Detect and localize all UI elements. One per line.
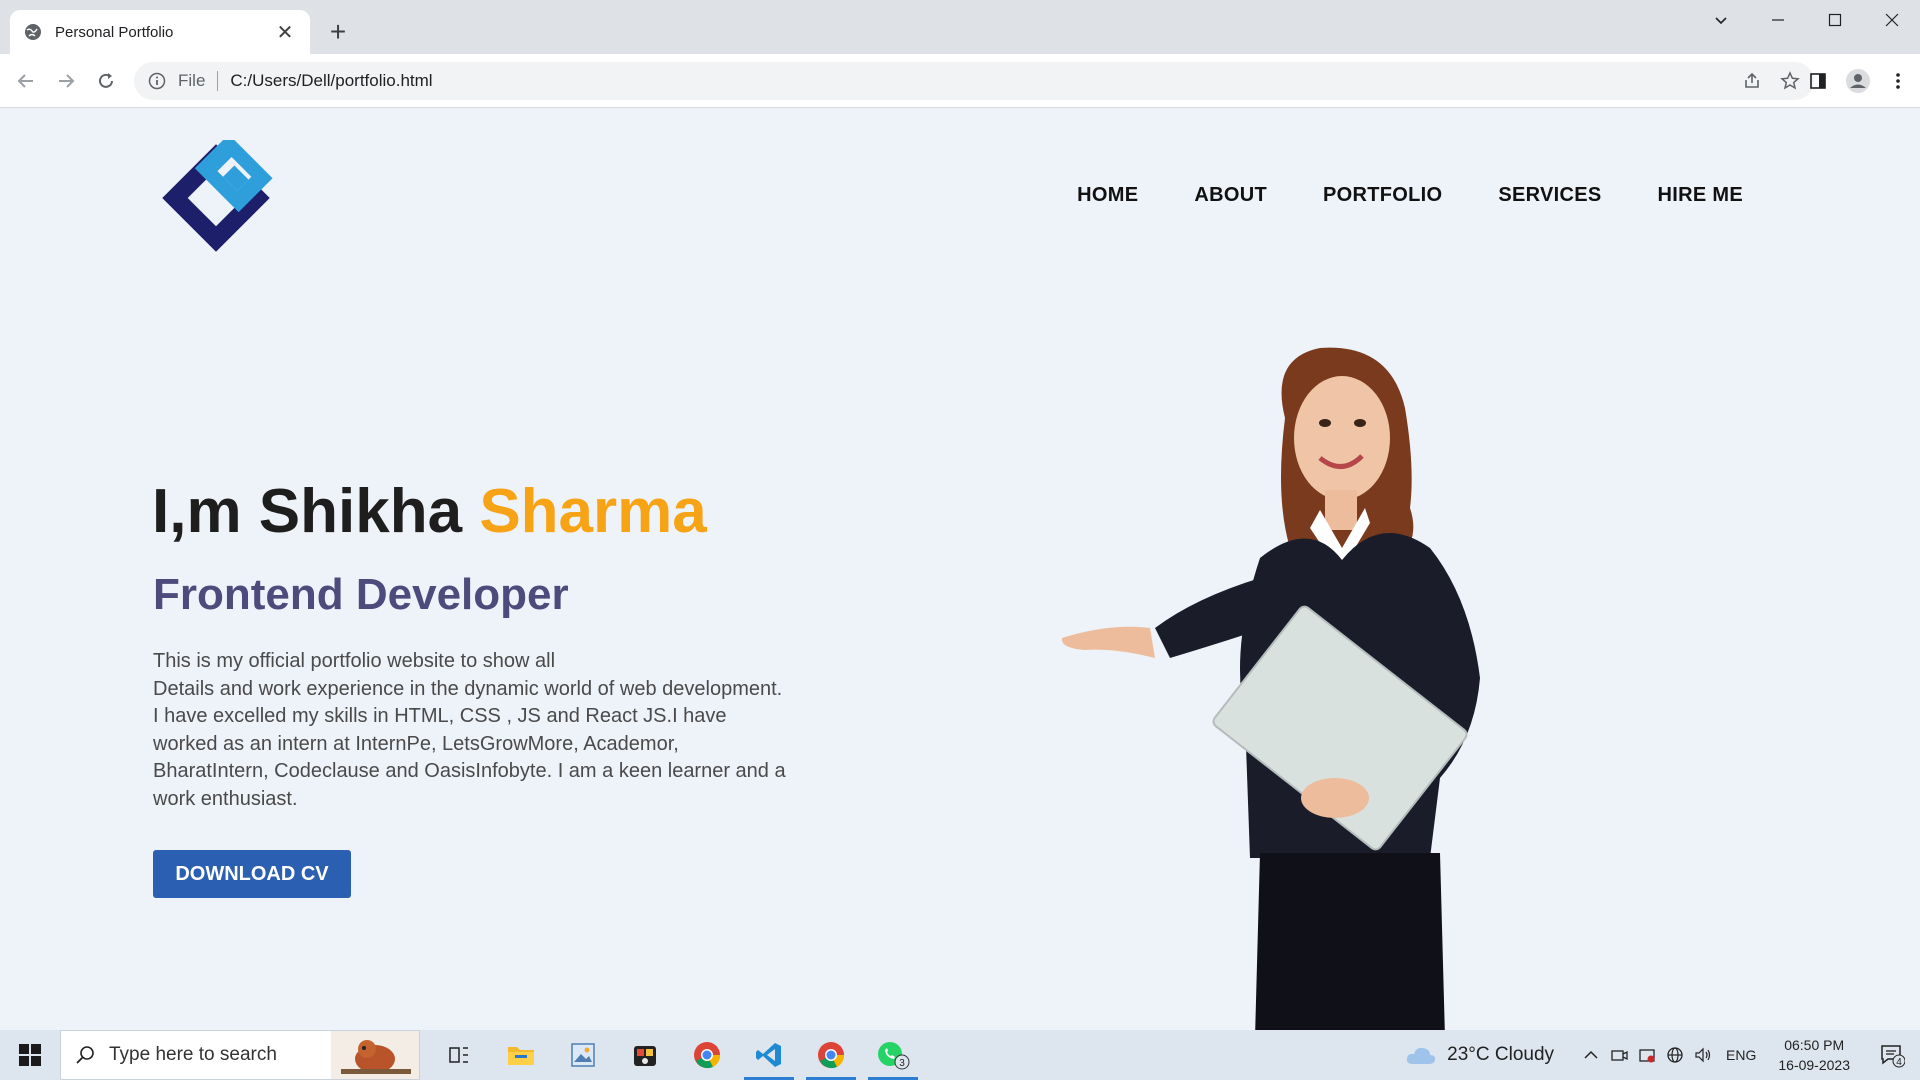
close-tab-icon[interactable]: ✕ [274, 21, 296, 44]
more-menu-icon[interactable] [1884, 67, 1912, 95]
bio-line: I have excelled my skills in HTML, CSS ,… [153, 705, 727, 727]
hero-greeting: I,m Shikha [152, 477, 480, 546]
url-scheme: File [178, 71, 206, 90]
portfolio-page: HOME ABOUT PORTFOLIO SERVICES HIRE ME I,… [0, 108, 1920, 1030]
bio-line: work enthusiast. [153, 787, 298, 810]
info-icon[interactable] [148, 72, 166, 90]
taskbar-search-box[interactable]: Type here to search [60, 1030, 420, 1080]
chrome-active-icon[interactable] [800, 1030, 862, 1080]
nav-about[interactable]: ABOUT [1194, 184, 1267, 207]
hero-bio: This is my official portfolio website to… [153, 648, 813, 813]
nav-services[interactable]: SERVICES [1498, 184, 1601, 207]
notification-count: 4 [1896, 1057, 1902, 1068]
back-arrow-icon[interactable] [12, 67, 40, 95]
media-app-icon[interactable] [614, 1030, 676, 1080]
search-placeholder: Type here to search [109, 1044, 277, 1065]
file-explorer-icon[interactable] [490, 1030, 552, 1080]
weather-widget[interactable]: 23°C Cloudy [1405, 1044, 1554, 1066]
new-tab-button[interactable]: + [322, 16, 354, 48]
url-separator [217, 71, 219, 91]
site-logo[interactable] [158, 140, 274, 256]
address-bar[interactable]: File C:/Users/Dell/portfolio.html [134, 62, 1814, 100]
whatsapp-badge: 3 [899, 1058, 905, 1069]
chevron-up-icon[interactable] [1582, 1046, 1600, 1064]
notification-center-icon[interactable]: 4 [1872, 1035, 1912, 1075]
tray-icons [1582, 1046, 1712, 1064]
side-panel-icon[interactable] [1804, 67, 1832, 95]
hero-portrait-image [1061, 347, 1480, 1030]
bookmark-star-icon[interactable] [1780, 71, 1800, 91]
close-window-icon[interactable] [1863, 0, 1920, 40]
download-cv-button[interactable]: DOWNLOAD CV [153, 850, 351, 898]
weather-text: 23°C Cloudy [1447, 1044, 1555, 1065]
taskbar-apps: 3 [428, 1030, 924, 1080]
main-nav: HOME ABOUT PORTFOLIO SERVICES HIRE ME [1077, 184, 1743, 207]
hero-role: Frontend Developer [153, 570, 569, 619]
vscode-icon[interactable] [738, 1030, 800, 1080]
nav-hire-me[interactable]: HIRE ME [1658, 184, 1743, 207]
window-controls [1692, 0, 1920, 40]
taskbar: Type here to search 3 23°C Cloudy ENG 06… [0, 1030, 1920, 1080]
whatsapp-icon[interactable]: 3 [862, 1030, 924, 1080]
hero-heading: I,m Shikha Sharma [152, 476, 707, 547]
search-icon [76, 1046, 94, 1064]
network-globe-icon[interactable] [1666, 1046, 1684, 1064]
bio-line: Details and work experience in the dynam… [153, 677, 783, 700]
maximize-icon[interactable] [1806, 0, 1863, 40]
hero-name-accent: Sharma [479, 477, 707, 546]
system-tray: 23°C Cloudy ENG 06:50 PM 16-09-2023 4 [1405, 1030, 1920, 1080]
bio-line: BharatIntern, Codeclause and OasisInfoby… [153, 760, 786, 782]
tab-personal-portfolio[interactable]: Personal Portfolio ✕ [10, 10, 310, 54]
globe-icon [25, 24, 41, 40]
bio-line: worked as an intern at InternPe, LetsGro… [153, 732, 679, 755]
windows-start-icon[interactable] [0, 1030, 60, 1080]
nav-portfolio[interactable]: PORTFOLIO [1323, 184, 1442, 207]
tab-search-icon[interactable] [1692, 0, 1749, 40]
clock[interactable]: 06:50 PM 16-09-2023 [1778, 1035, 1850, 1075]
search-highlight-red-panda-icon [331, 1031, 419, 1079]
omnibox-actions [1742, 71, 1800, 91]
battery-warning-icon[interactable] [1638, 1046, 1656, 1064]
minimize-icon[interactable] [1749, 0, 1806, 40]
language-indicator[interactable]: ENG [1726, 1047, 1756, 1063]
cloud-icon [1407, 1047, 1436, 1064]
url-text[interactable]: C:/Users/Dell/portfolio.html [230, 71, 432, 91]
share-icon[interactable] [1742, 71, 1762, 91]
chrome-icon[interactable] [676, 1030, 738, 1080]
task-view-icon[interactable] [428, 1030, 490, 1080]
forward-arrow-icon[interactable] [52, 67, 80, 95]
clock-time: 06:50 PM [1784, 1037, 1845, 1053]
photos-app-icon[interactable] [552, 1030, 614, 1080]
toolbar-right-icons [1804, 67, 1912, 95]
meet-icon[interactable] [1610, 1046, 1628, 1064]
volume-icon[interactable] [1694, 1046, 1712, 1064]
profile-avatar-icon[interactable] [1844, 67, 1872, 95]
nav-home[interactable]: HOME [1077, 184, 1138, 207]
tab-title: Personal Portfolio [55, 23, 174, 41]
tab-strip: Personal Portfolio ✕ + [0, 0, 1920, 54]
reload-icon[interactable] [92, 67, 120, 95]
bio-line: This is my official portfolio website to… [153, 650, 556, 672]
clock-date: 16-09-2023 [1778, 1057, 1850, 1073]
browser-toolbar: File C:/Users/Dell/portfolio.html [0, 54, 1920, 108]
